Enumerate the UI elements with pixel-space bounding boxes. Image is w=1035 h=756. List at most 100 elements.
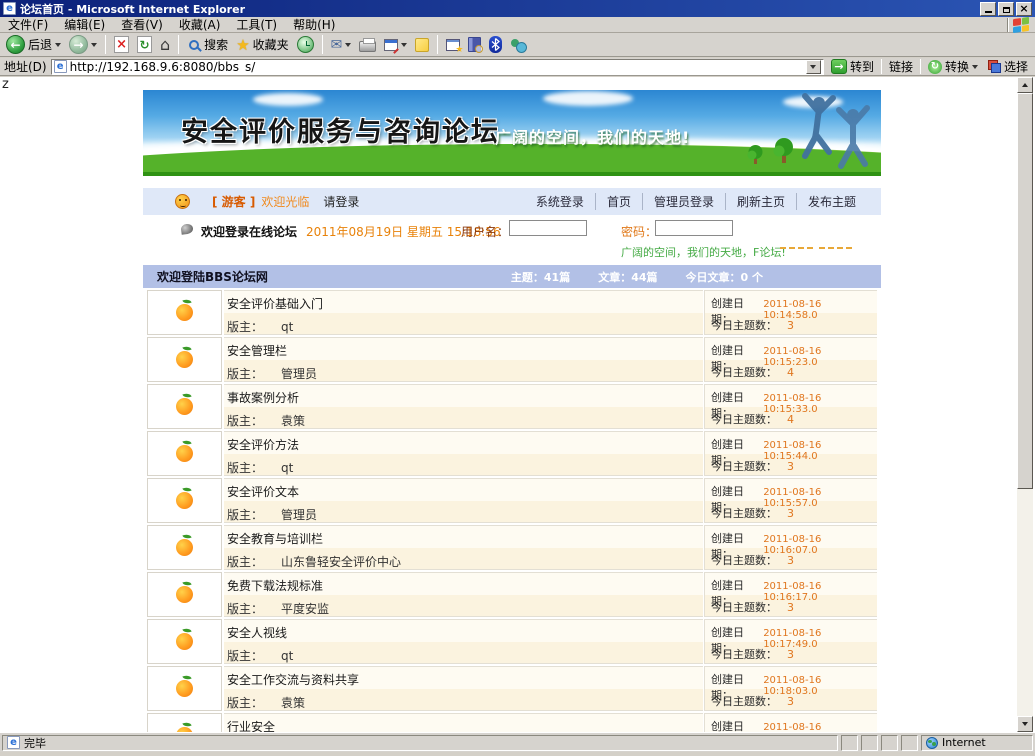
chevron-down-icon <box>810 65 816 69</box>
forum-main-cell: 安全工作交流与资料共享 版主：袁策 <box>224 666 703 711</box>
today-topics-label: 今日主题数： <box>711 413 777 426</box>
forum-table: 安全评价基础入门 版主：qt 创建日期：2011-08-16 10:14:58.… <box>143 289 881 732</box>
plugin-research-button[interactable] <box>465 36 484 53</box>
moderator-name[interactable]: qt <box>281 320 293 334</box>
forum-title-link[interactable]: 行业安全 <box>227 718 275 732</box>
edit-dropdown-icon[interactable] <box>401 43 407 47</box>
forum-icon-cell <box>147 572 222 617</box>
nav-link-system-login[interactable]: 系统登录 <box>525 193 595 210</box>
orange-fruit-icon <box>176 539 193 556</box>
dashed-link-underline[interactable] <box>780 247 813 249</box>
forum-title-link[interactable]: 安全评价方法 <box>227 436 299 453</box>
convert-button[interactable]: 转换 <box>925 58 981 75</box>
edit-button[interactable] <box>381 38 410 52</box>
forward-dropdown-icon[interactable] <box>91 43 97 47</box>
book-research-icon <box>468 37 481 52</box>
forum-title-link[interactable]: 免费下载法规标准 <box>227 577 323 594</box>
forum-title-link[interactable]: 安全工作交流与资料共享 <box>227 671 359 688</box>
home-button[interactable] <box>157 34 173 55</box>
plugin-bluetooth-button[interactable] <box>486 35 505 54</box>
toolbar-separator <box>322 35 323 54</box>
moderator-label: 版主： <box>227 461 263 475</box>
nav-links: 系统登录 首页 管理员登录 刷新主页 发布主题 <box>525 193 867 210</box>
moderator-name[interactable]: 管理员 <box>281 508 317 522</box>
moderator-name[interactable]: 袁策 <box>281 696 305 710</box>
forward-button[interactable] <box>66 34 100 55</box>
forum-icon-cell <box>147 384 222 429</box>
moderator-line: 版主：袁策 <box>227 412 305 429</box>
dashed-link-underline[interactable] <box>819 247 852 249</box>
forum-title-link[interactable]: 安全评价基础入门 <box>227 295 323 312</box>
login-prompt-link[interactable]: 请登录 <box>323 193 359 210</box>
forum-title-link[interactable]: 安全评价文本 <box>227 483 299 500</box>
nav-link-refresh[interactable]: 刷新主页 <box>725 193 796 210</box>
nav-link-home[interactable]: 首页 <box>595 193 642 210</box>
menu-tools[interactable]: 工具(T) <box>228 16 285 33</box>
vertical-scrollbar[interactable] <box>1017 77 1033 732</box>
forum-title-link[interactable]: 安全教育与培训栏 <box>227 530 323 547</box>
back-button[interactable]: 后退 <box>3 34 64 55</box>
moderator-name[interactable]: qt <box>281 461 293 475</box>
login-slogan: 广阔的空间，我们的天地，F论坛! <box>621 244 786 260</box>
stop-button[interactable] <box>111 35 132 54</box>
moderator-name[interactable]: 平度安监 <box>281 602 329 616</box>
menu-help[interactable]: 帮助(H) <box>285 16 343 33</box>
home-icon <box>160 35 170 54</box>
moderator-name[interactable]: 山东鲁轻安全评价中心 <box>281 555 401 569</box>
minimize-button[interactable] <box>980 2 996 16</box>
plugin-window-star-button[interactable] <box>443 38 463 52</box>
address-dropdown-button[interactable] <box>806 60 821 74</box>
address-separator <box>881 59 882 74</box>
forum-title-link[interactable]: 安全管理栏 <box>227 342 287 359</box>
history-button[interactable] <box>294 35 317 54</box>
password-input[interactable] <box>655 220 733 236</box>
go-button[interactable]: 转到 <box>828 58 877 75</box>
mail-button[interactable] <box>328 36 355 54</box>
close-button[interactable] <box>1016 2 1032 16</box>
today-topics-count: 3 <box>787 507 794 520</box>
restore-button[interactable] <box>998 2 1014 16</box>
forum-meta-cell: 创建日期：2011-08-16 10:18:24.0 今日主题数： <box>704 713 877 732</box>
today-topics-count: 3 <box>787 601 794 614</box>
nav-link-admin-login[interactable]: 管理员登录 <box>642 193 725 210</box>
nav-link-post-topic[interactable]: 发布主题 <box>796 193 867 210</box>
search-button[interactable]: 搜索 <box>184 35 231 54</box>
favorites-button[interactable]: 收藏夹 <box>233 35 291 55</box>
links-button[interactable]: 链接 <box>886 58 916 75</box>
moderator-name[interactable]: 袁策 <box>281 414 305 428</box>
forum-title-link[interactable]: 安全人视线 <box>227 624 287 641</box>
forum-row: 事故案例分析 版主：袁策 创建日期：2011-08-16 10:15:33.0 … <box>143 383 881 430</box>
orange-fruit-icon <box>176 304 193 321</box>
username-input[interactable] <box>509 220 587 236</box>
convert-icon <box>928 60 942 74</box>
convert-dropdown-icon[interactable] <box>972 65 978 69</box>
print-icon <box>359 41 376 52</box>
orange-fruit-icon <box>176 633 193 650</box>
forum-title-link[interactable]: 事故案例分析 <box>227 389 299 406</box>
menu-edit[interactable]: 编辑(E) <box>56 16 113 33</box>
moderator-line: 版主： qt <box>227 459 293 476</box>
select-button[interactable]: 选择 <box>985 58 1031 75</box>
toolbar-separator <box>105 35 106 54</box>
scroll-up-button[interactable] <box>1017 77 1033 93</box>
address-input[interactable] <box>70 60 803 73</box>
menu-file[interactable]: 文件(F) <box>0 16 56 33</box>
window-titlebar: 论坛首页 - Microsoft Internet Explorer <box>0 0 1035 17</box>
menu-favorites[interactable]: 收藏(A) <box>171 16 229 33</box>
plugin-messenger-button[interactable] <box>507 36 529 54</box>
print-button[interactable] <box>356 36 379 53</box>
today-topics-label: 今日主题数： <box>711 601 777 614</box>
today-topics-count: 3 <box>787 648 794 661</box>
forum-meta-cell: 创建日期：2011-08-16 10:16:07.0 今日主题数：3 <box>704 525 877 570</box>
scrollbar-thumb[interactable] <box>1017 93 1033 489</box>
status-text: 完毕 <box>24 735 46 751</box>
moderator-name[interactable]: 管理员 <box>281 367 317 381</box>
back-dropdown-icon[interactable] <box>55 43 61 47</box>
moderator-name[interactable]: qt <box>281 649 293 663</box>
menu-view[interactable]: 查看(V) <box>113 16 171 33</box>
refresh-button[interactable] <box>134 35 155 54</box>
discuss-button[interactable] <box>412 37 432 53</box>
mail-dropdown-icon[interactable] <box>345 43 351 47</box>
scroll-down-button[interactable] <box>1017 716 1033 732</box>
today-line: 今日主题数：3 <box>711 646 794 662</box>
